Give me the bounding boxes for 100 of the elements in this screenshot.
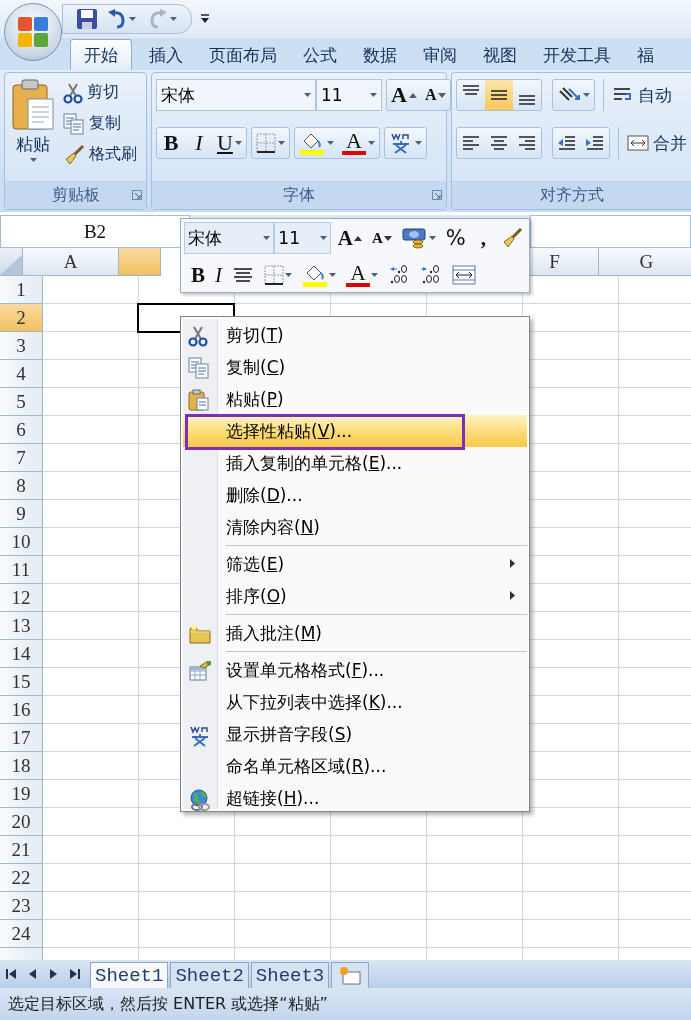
sheet-tab[interactable]: Sheet1: [90, 962, 169, 988]
menu-item[interactable]: 清除内容(N): [183, 511, 527, 543]
group-title: 对齐方式: [539, 184, 604, 206]
decimal-places-icon: [388, 264, 410, 286]
ribbon-tab[interactable]: 福: [624, 40, 667, 70]
menu-item[interactable]: 粘贴(P): [183, 383, 527, 415]
sheet-tab[interactable]: Sheet3: [250, 962, 330, 988]
align-lines-icon: [489, 134, 509, 152]
font-size-field[interactable]: 11: [274, 222, 331, 254]
copy-button[interactable]: 复制: [63, 110, 137, 137]
font-size-field[interactable]: 11: [316, 79, 382, 111]
bold-button[interactable]: B: [188, 260, 208, 290]
next-sheet-icon[interactable]: [48, 968, 59, 980]
customize-toolbar-icon[interactable]: [200, 14, 210, 24]
row-header[interactable]: 21: [0, 836, 43, 864]
dialog-launcher-icon[interactable]: [432, 190, 442, 200]
format-cells-icon: [188, 660, 212, 682]
comma-style-button[interactable]: ,: [472, 223, 494, 253]
row-header[interactable]: 16: [0, 696, 43, 724]
borders-icon: [264, 265, 284, 285]
ribbon-tab[interactable]: 插入: [136, 40, 196, 70]
row-header[interactable]: 13: [0, 612, 43, 640]
align-lines-icon: [518, 95, 536, 105]
ribbon-tab[interactable]: 视图: [470, 40, 530, 70]
row-header[interactable]: 19: [0, 780, 43, 808]
column-header[interactable]: A: [23, 248, 119, 276]
menu-item[interactable]: 从下拉列表中选择(K)...: [183, 686, 527, 718]
ribbon-tab[interactable]: 页面布局: [196, 40, 290, 70]
row-header[interactable]: 4: [0, 360, 43, 388]
align-lines-icon: [461, 134, 481, 152]
first-sheet-icon[interactable]: [6, 968, 17, 980]
corner-triangle-icon: [0, 255, 22, 275]
menu-item[interactable]: 命名单元格区域(R)...: [183, 750, 527, 782]
menu-item[interactable]: 插入批注(M): [183, 617, 527, 649]
wrap-text-button[interactable]: 自动: [612, 79, 672, 111]
grow-font-button[interactable]: A: [387, 80, 421, 110]
group-title: 字体: [283, 184, 315, 206]
menu-item[interactable]: 剪切(T): [183, 319, 527, 351]
vertical-align-button[interactable]: [485, 80, 513, 110]
row-header[interactable]: 1: [0, 276, 43, 304]
row-header[interactable]: 23: [0, 892, 43, 920]
grow-font-button[interactable]: A: [334, 223, 365, 253]
merge-cells-icon: [452, 265, 476, 285]
row-header[interactable]: 20: [0, 808, 43, 836]
row-header[interactable]: 8: [0, 472, 43, 500]
menu-item[interactable]: 显示拼音字段(S): [183, 718, 527, 750]
cut-button[interactable]: 剪切: [63, 79, 137, 106]
row-header[interactable]: 3: [0, 332, 43, 360]
caret-icon: [414, 141, 422, 145]
row-header[interactable]: 12: [0, 584, 43, 612]
row-header[interactable]: 9: [0, 500, 43, 528]
dialog-launcher-icon[interactable]: [132, 190, 142, 200]
row-header[interactable]: 18: [0, 752, 43, 780]
menu-item[interactable]: 超链接(H)...: [183, 782, 527, 814]
row-header[interactable]: 15: [0, 668, 43, 696]
row-header[interactable]: 10: [0, 528, 43, 556]
ribbon-tab[interactable]: 开始: [70, 39, 132, 70]
menu-item[interactable]: 插入复制的单元格(E)...: [183, 447, 527, 479]
ribbon-tab[interactable]: 审阅: [410, 40, 470, 70]
italic-button[interactable]: I: [185, 128, 213, 158]
menu-item[interactable]: 排序(O): [183, 580, 527, 612]
font-name-field[interactable]: 宋体: [184, 222, 275, 254]
ribbon-tab[interactable]: 开发工具: [530, 40, 624, 70]
row-header[interactable]: 2: [0, 304, 43, 332]
scissors-icon: [188, 325, 208, 347]
format-painter-button[interactable]: 格式刷: [63, 141, 137, 168]
merge-button[interactable]: 合并: [627, 127, 687, 159]
row-header[interactable]: 24: [0, 920, 43, 948]
sheet-tab[interactable]: Sheet2: [170, 962, 249, 988]
caret-icon: [170, 17, 177, 21]
ribbon-tab[interactable]: 公式: [290, 40, 350, 70]
previous-sheet-icon[interactable]: [27, 968, 38, 980]
paste-button[interactable]: 粘贴: [9, 79, 57, 181]
bold-button[interactable]: B: [157, 128, 185, 158]
copy-icon: [63, 112, 85, 135]
shrink-font-button[interactable]: A: [420, 80, 451, 110]
row-header[interactable]: 5: [0, 388, 43, 416]
menu-item[interactable]: 筛选(E): [183, 548, 527, 580]
formula-field[interactable]: [530, 215, 691, 248]
font-color-button[interactable]: A: [343, 260, 381, 290]
row-header[interactable]: 11: [0, 556, 43, 584]
menu-item[interactable]: 复制(C): [183, 351, 527, 383]
font-name-field[interactable]: 宋体: [156, 79, 316, 111]
menu-item[interactable]: 设置单元格格式(F)...: [183, 654, 527, 686]
menu-item[interactable]: 删除(D)...: [183, 479, 527, 511]
merge-cells-icon: [627, 134, 649, 152]
column-header[interactable]: G: [598, 248, 691, 276]
last-sheet-icon[interactable]: [69, 968, 80, 980]
shrink-font-button[interactable]: A: [368, 223, 395, 253]
menu-item[interactable]: 选择性粘贴(V)...: [183, 415, 527, 447]
row-header[interactable]: 6: [0, 416, 43, 444]
row-header[interactable]: 14: [0, 640, 43, 668]
row-header[interactable]: 17: [0, 724, 43, 752]
row-header[interactable]: 22: [0, 864, 43, 892]
percent-style-button[interactable]: %: [442, 223, 469, 253]
ribbon-tab[interactable]: 数据: [350, 40, 410, 70]
row-header[interactable]: 7: [0, 444, 43, 472]
italic-button[interactable]: I: [212, 260, 225, 290]
down-triangle-icon: [438, 92, 447, 98]
underline-button[interactable]: U: [213, 128, 246, 158]
